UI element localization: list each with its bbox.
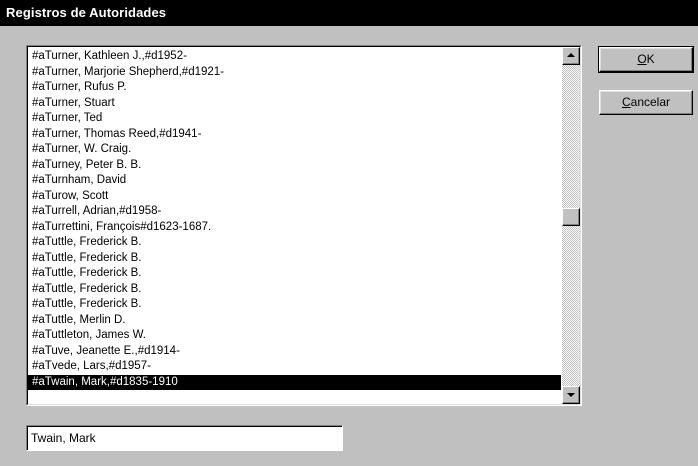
list-item[interactable]: #aTwain, Mark,#d1835-1910	[28, 374, 561, 390]
list-item[interactable]: #aTuve, Jeanette E.,#d1914-	[28, 344, 561, 360]
list-item[interactable]: #aTurney, Peter B. B.	[28, 158, 561, 174]
list-item[interactable]: #aTurner, Rufus P.	[28, 80, 561, 96]
cancel-button[interactable]: Cancelar	[599, 90, 693, 115]
ok-label: K	[646, 52, 655, 66]
cancel-label: ancelar	[630, 95, 671, 109]
list-frame: #aTurner, Kathleen J.,#d1952- #aTurner, M…	[27, 46, 581, 405]
list-item[interactable]: #aTuttle, Frederick B.	[28, 251, 561, 267]
list-item[interactable]: #aTurner, Stuart	[28, 96, 561, 112]
arrow-down-icon	[567, 393, 575, 397]
list-items: #aTurner, Kathleen J.,#d1952- #aTurner, M…	[28, 49, 561, 404]
ok-button[interactable]: OK	[598, 46, 694, 73]
list-item[interactable]: #aTuttle, Merlin D.	[28, 313, 561, 329]
list-item[interactable]: #aTurner, Marjorie Shepherd,#d1921-	[28, 65, 561, 81]
list-item[interactable]: #aTurner, Thomas Reed,#d1941-	[28, 127, 561, 143]
list-item[interactable]: #aTuttle, Frederick B.	[28, 266, 561, 282]
authority-records-list[interactable]: #aTurner, Kathleen J.,#d1952- #aTurner, M…	[26, 45, 582, 406]
scroll-thumb[interactable]	[562, 208, 580, 226]
arrow-up-icon	[567, 53, 575, 57]
vertical-scrollbar[interactable]	[562, 47, 580, 404]
cancel-accel: C	[621, 95, 631, 109]
ok-accel: O	[637, 52, 647, 66]
list-item[interactable]: #aTvede, Lars,#d1957-	[28, 359, 561, 375]
list-item[interactable]: #aTurrettini, François#d1623-1687.	[28, 220, 561, 236]
list-item[interactable]: #aTurner, Ted	[28, 111, 561, 127]
list-item[interactable]: #aTuttleton, James W.	[28, 328, 561, 344]
list-item[interactable]: #aTurnham, David	[28, 173, 561, 189]
list-item[interactable]: #aTuttle, Frederick B.	[28, 297, 561, 313]
list-item[interactable]: #aTurrell, Adrian,#d1958-	[28, 204, 561, 220]
search-input[interactable]: Twain, Mark	[26, 425, 343, 451]
dialog-title: Registros de Autoridades	[0, 0, 698, 26]
list-item[interactable]: #aTuttle, Frederick B.	[28, 235, 561, 251]
list-item[interactable]: #aTurner, Kathleen J.,#d1952-	[28, 49, 561, 65]
scroll-up-button[interactable]	[562, 47, 580, 65]
list-item[interactable]: #aTuttle, Frederick B.	[28, 282, 561, 298]
list-item[interactable]: #aTurow, Scott	[28, 189, 561, 205]
scroll-down-button[interactable]	[562, 386, 580, 404]
list-item[interactable]: #aTurner, W. Craig.	[28, 142, 561, 158]
